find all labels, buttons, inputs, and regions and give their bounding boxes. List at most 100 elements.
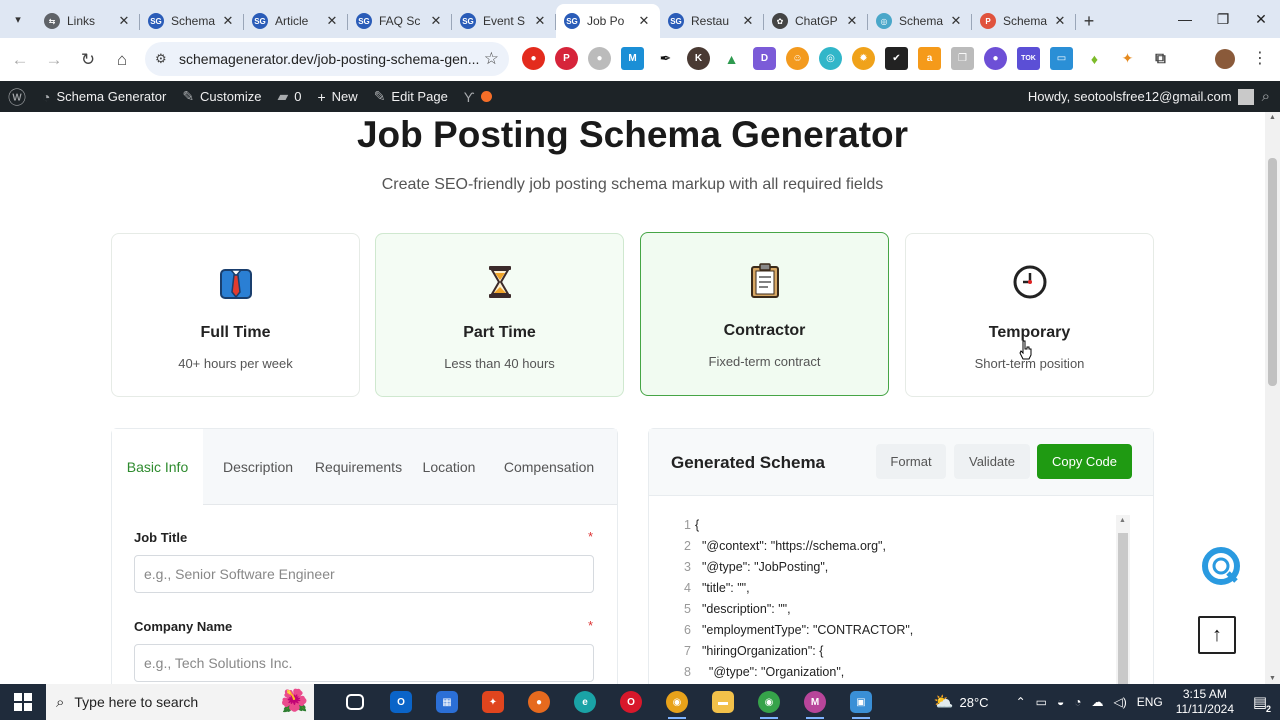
browser-tab-links[interactable]: ⇆ Links ✕ [36, 6, 140, 36]
close-icon[interactable]: ✕ [740, 13, 756, 29]
wp-avatar[interactable] [1237, 88, 1254, 105]
forward-icon[interactable]: → [37, 43, 71, 77]
clock[interactable]: 3:15 AM 11/11/2024 [1176, 687, 1234, 717]
extension-gray-icon[interactable]: ● [588, 47, 611, 70]
file-explorer-icon[interactable]: ▬ [700, 684, 746, 720]
extension-red-icon[interactable]: ● [522, 47, 545, 70]
snipping-tool-icon[interactable]: ▣ [838, 684, 884, 720]
minimize-icon[interactable]: — [1166, 0, 1204, 38]
extension-k-icon[interactable]: K [687, 47, 710, 70]
page-scroll-thumb[interactable] [1268, 158, 1277, 386]
schema-code-editor[interactable]: 1{ 2 "@context": "https://schema.org", 3… [674, 515, 1130, 684]
browser-tab-article[interactable]: SG Article ✕ [244, 6, 348, 36]
cloud-icon[interactable]: ☁ [1091, 695, 1103, 709]
browser-tab-schema-3[interactable]: P Schema ✕ [972, 6, 1076, 36]
browser-tab-event[interactable]: SG Event S ✕ [452, 6, 556, 36]
search-icon[interactable]: ⌕ [1262, 88, 1270, 105]
windows-start-icon[interactable] [0, 684, 46, 720]
extension-face-icon[interactable]: ☺ [786, 47, 809, 70]
wp-edit-page[interactable]: ✎ Edit Page [366, 81, 456, 112]
menu-kebab-icon[interactable]: ⋮ [1252, 48, 1268, 68]
edge-icon[interactable]: e [562, 684, 608, 720]
task-view-icon[interactable] [332, 684, 378, 720]
code-scrollbar[interactable]: ▲ [1116, 515, 1130, 684]
url-text[interactable]: schemagenerator.dev/job-posting-schema-g… [179, 51, 484, 67]
amazon-icon[interactable]: a [918, 47, 941, 70]
chart-extension-icon[interactable]: ▲ [720, 47, 743, 70]
eyedropper-icon[interactable]: ✒ [654, 47, 677, 70]
firefox-icon[interactable]: ● [516, 684, 562, 720]
validate-button[interactable]: Validate [954, 444, 1030, 479]
reload-icon[interactable]: ↻ [71, 43, 105, 77]
chrome-m-icon[interactable]: M [792, 684, 838, 720]
extension-circle-icon[interactable]: ◎ [819, 47, 842, 70]
extension-bird-icon[interactable]: ✦ [1116, 47, 1139, 70]
close-icon[interactable]: ✕ [220, 13, 236, 29]
wp-customize[interactable]: ✎ Customize [174, 81, 269, 112]
extension-d-icon[interactable]: D [753, 47, 776, 70]
extension-m-icon[interactable]: M [621, 47, 644, 70]
pinterest-icon[interactable]: P [555, 47, 578, 70]
close-icon[interactable]: ✕ [1052, 13, 1068, 29]
tab-location[interactable]: Location [404, 429, 494, 505]
temperature[interactable]: 28°C [960, 695, 989, 710]
tab-search-button[interactable]: ▾ [6, 7, 30, 31]
tab-requirements[interactable]: Requirements [313, 429, 404, 505]
scroll-down-icon[interactable]: ▼ [1269, 675, 1276, 682]
browser-tab-chatgpt[interactable]: ✿ ChatGP ✕ [764, 6, 868, 36]
back-icon[interactable]: ← [3, 43, 37, 77]
language-indicator[interactable]: ENG [1137, 695, 1163, 709]
extension-check-icon[interactable]: ✔ [885, 47, 908, 70]
puzzle-icon[interactable]: ⧉ [1149, 47, 1172, 70]
home-icon[interactable]: ⌂ [105, 43, 139, 77]
tray-chevron-icon[interactable]: ⌃ [1016, 695, 1026, 709]
new-tab-button[interactable]: + [1076, 8, 1102, 34]
profile-avatar[interactable] [1215, 49, 1235, 69]
battery-icon[interactable]: ▭ [1036, 695, 1047, 709]
wp-new[interactable]: + New [309, 81, 365, 112]
browser-tab-schema[interactable]: SG Schema ✕ [140, 6, 244, 36]
close-window-icon[interactable]: ✕ [1242, 0, 1280, 38]
bookmark-star-icon[interactable]: ☆ [484, 49, 499, 69]
company-name-input[interactable] [134, 644, 594, 682]
weather-icon[interactable]: ⛅ [934, 692, 954, 712]
close-icon[interactable]: ✕ [428, 13, 444, 29]
job-title-input[interactable] [134, 555, 594, 593]
notification-center-icon[interactable]: ▤ 2 [1248, 690, 1272, 714]
close-icon[interactable]: ✕ [532, 13, 548, 29]
format-button[interactable]: Format [876, 444, 946, 479]
browser-tab-job-posting[interactable]: SG Job Po ✕ [556, 4, 660, 38]
close-icon[interactable]: ✕ [636, 13, 652, 29]
opera-icon[interactable]: O [608, 684, 654, 720]
restore-icon[interactable]: ❐ [1204, 0, 1242, 38]
wordpress-logo[interactable]: ⓦ [0, 81, 34, 112]
page-scrollbar[interactable]: ▲ ▼ [1265, 112, 1280, 684]
back-to-top-button[interactable]: ↑ [1198, 616, 1236, 654]
taskbar-search[interactable]: ⌕ Type here to search 🌺 [46, 684, 314, 720]
extension-tok-icon[interactable]: TOK [1017, 47, 1040, 70]
outlook-icon[interactable]: O [378, 684, 424, 720]
job-type-card-temporary[interactable]: Temporary Short-term position [905, 233, 1154, 397]
howdy-text[interactable]: Howdy, seotoolsfree12@gmail.com [1028, 89, 1232, 104]
tab-compensation[interactable]: Compensation [494, 429, 604, 505]
site-info-icon[interactable]: ⚙ [155, 51, 179, 67]
extension-screen-icon[interactable]: ▭ [1050, 47, 1073, 70]
chrome-icon[interactable]: ◉ [654, 684, 700, 720]
close-icon[interactable]: ✕ [324, 13, 340, 29]
floating-chat-logo[interactable] [1200, 545, 1242, 587]
volume-icon[interactable]: ◁) [1113, 695, 1126, 709]
extension-copy-icon[interactable]: ❐ [951, 47, 974, 70]
job-type-card-full-time[interactable]: Full Time 40+ hours per week [111, 233, 360, 397]
wp-comments[interactable]: ▰ 0 [269, 81, 309, 112]
copy-code-button[interactable]: Copy Code [1037, 444, 1132, 479]
wifi-icon[interactable]: ◔ [1074, 695, 1081, 709]
wp-yoast[interactable]: Ƴ [456, 81, 500, 112]
address-bar[interactable]: ⚙ schemagenerator.dev/job-posting-schema… [145, 42, 509, 76]
browser-tab-schema-2[interactable]: ◎ Schema ✕ [868, 6, 972, 36]
extension-leaf-icon[interactable]: ♦ [1083, 47, 1106, 70]
tab-basic-info[interactable]: Basic Info [112, 429, 203, 505]
close-icon[interactable]: ✕ [844, 13, 860, 29]
browser-tab-faq[interactable]: SG FAQ Sc ✕ [348, 6, 452, 36]
scroll-up-icon[interactable]: ▲ [1119, 517, 1126, 524]
store-icon[interactable]: ▦ [424, 684, 470, 720]
